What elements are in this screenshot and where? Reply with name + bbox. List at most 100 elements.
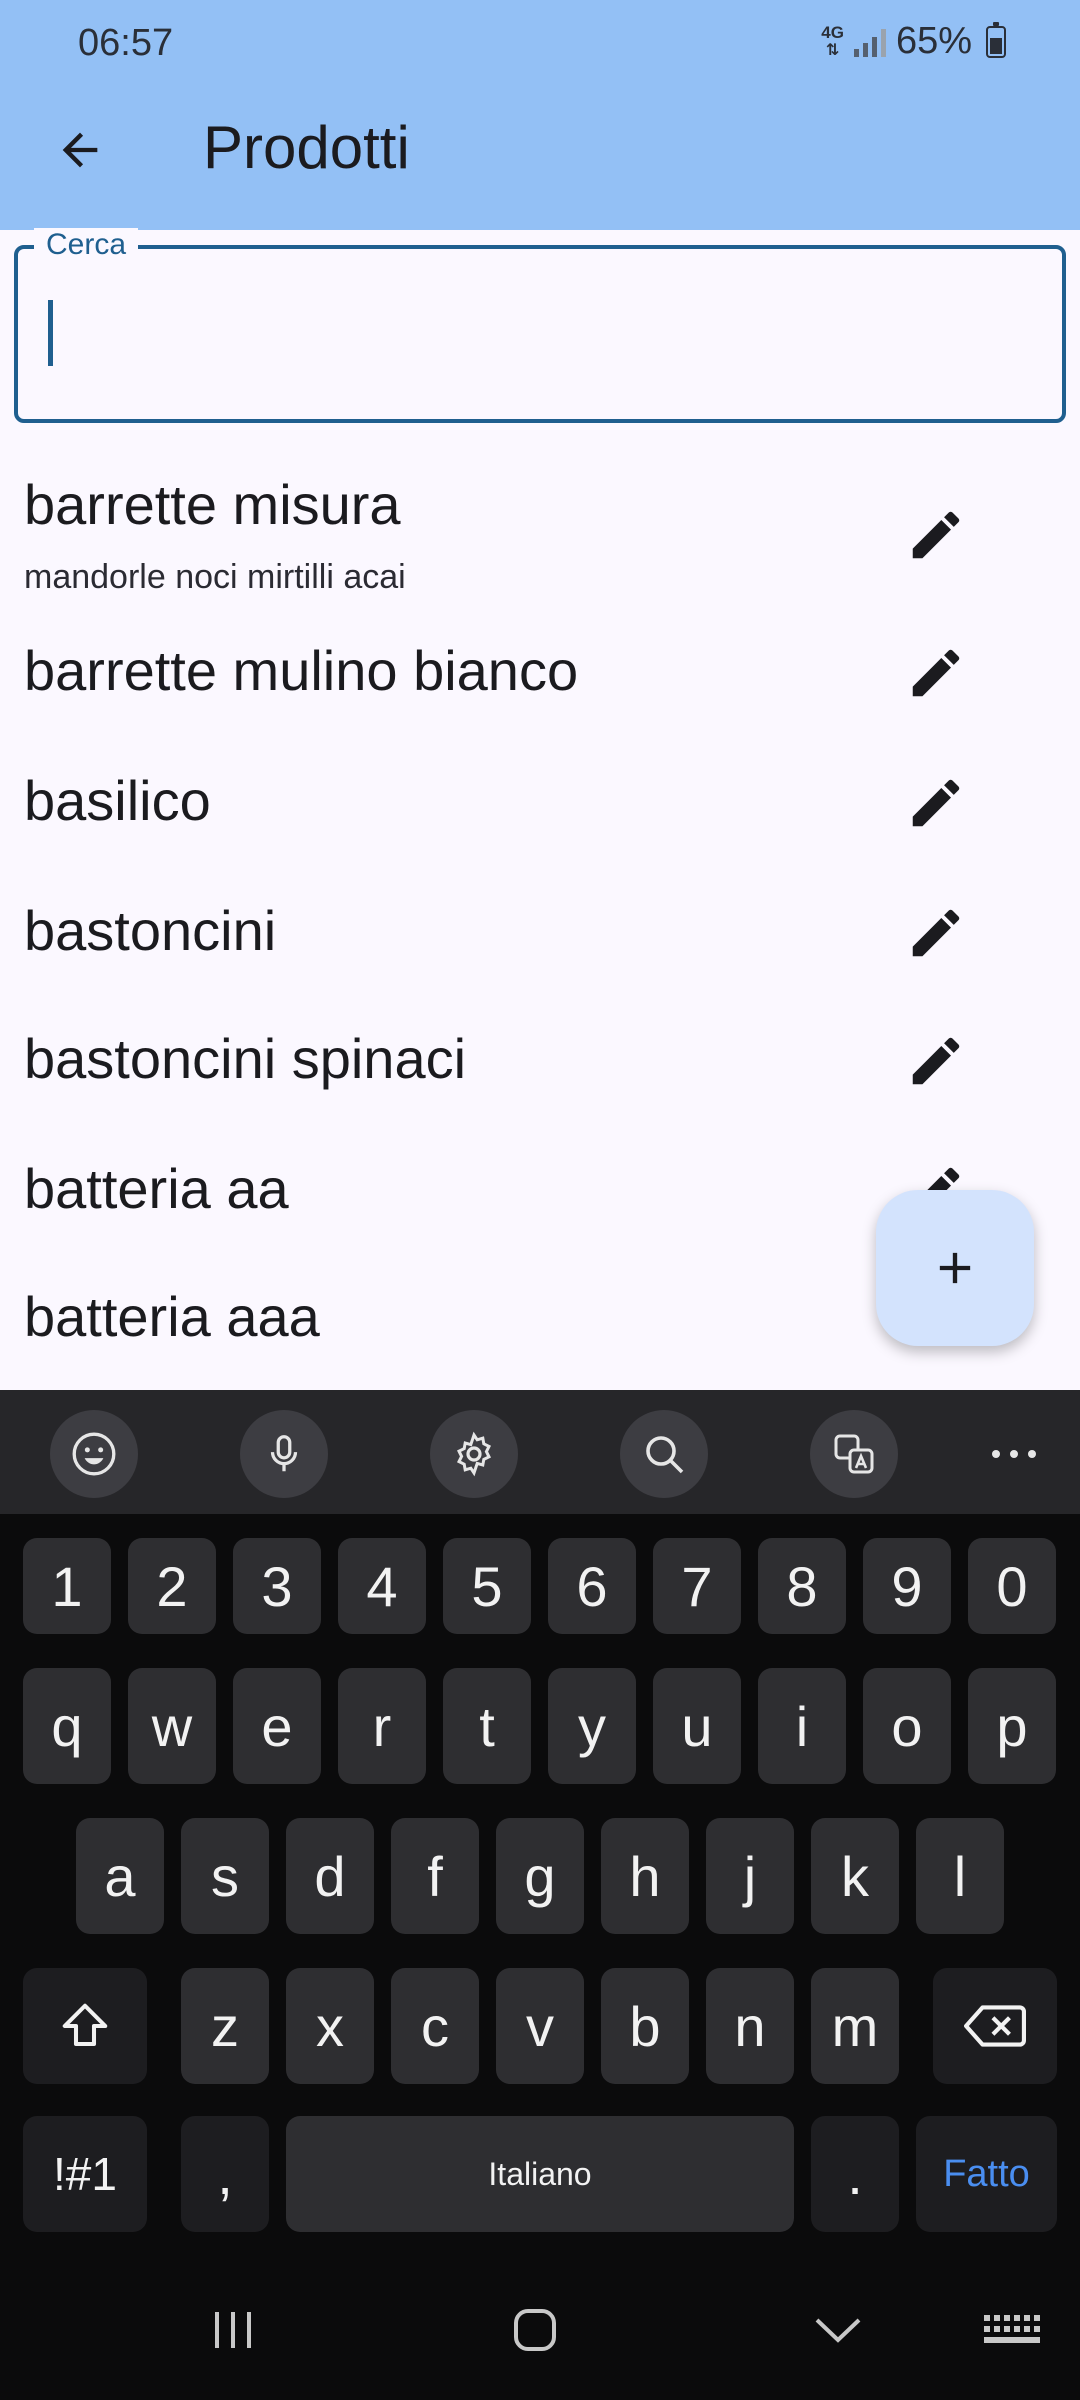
status-icons: 4G ⇅ 65% <box>821 20 1006 63</box>
search-icon <box>646 1436 684 1474</box>
pencil-icon <box>912 511 960 559</box>
key-5[interactable]: 5 <box>443 1538 531 1634</box>
key-9[interactable]: 9 <box>863 1538 951 1634</box>
key-z[interactable]: z <box>181 1968 269 2084</box>
key-j[interactable]: j <box>706 1818 794 1934</box>
key-o[interactable]: o <box>863 1668 951 1784</box>
keyboard-switch-button[interactable] <box>966 2290 1056 2370</box>
pencil-icon <box>912 909 960 957</box>
comma-key[interactable]: , <box>181 2116 269 2232</box>
edit-button[interactable] <box>896 495 976 575</box>
key-6[interactable]: 6 <box>548 1538 636 1634</box>
period-key[interactable]: . <box>811 2116 899 2232</box>
key-x[interactable]: x <box>286 1968 374 2084</box>
list-item[interactable]: basilico <box>0 750 1080 860</box>
plus-icon <box>939 1252 971 1284</box>
key-m[interactable]: m <box>811 1968 899 2084</box>
product-name: batteria aa <box>24 1157 289 1220</box>
space-key[interactable]: Italiano <box>286 2116 794 2232</box>
shift-key[interactable] <box>23 1968 147 2084</box>
product-name: basilico <box>24 769 211 832</box>
battery-icon <box>986 21 1006 58</box>
list-item[interactable]: barrette misura mandorle noci mirtilli a… <box>0 440 1080 596</box>
status-time: 06:57 <box>78 22 174 64</box>
key-3[interactable]: 3 <box>233 1538 321 1634</box>
key-u[interactable]: u <box>653 1668 741 1784</box>
product-name: barrette mulino bianco <box>24 639 579 702</box>
key-i[interactable]: i <box>758 1668 846 1784</box>
translate-button[interactable] <box>810 1410 898 1498</box>
key-v[interactable]: v <box>496 1968 584 2084</box>
list-item[interactable]: bastoncini <box>0 880 1080 990</box>
soft-keyboard: 1 2 3 4 5 6 7 8 9 0 q w e r t y u i o p … <box>0 1390 1080 2400</box>
key-l[interactable]: l <box>916 1818 1004 1934</box>
key-d[interactable]: d <box>286 1818 374 1934</box>
pencil-icon <box>912 649 960 697</box>
key-2[interactable]: 2 <box>128 1538 216 1634</box>
microphone-icon <box>270 1435 298 1472</box>
key-f[interactable]: f <box>391 1818 479 1934</box>
key-q[interactable]: q <box>23 1668 111 1784</box>
more-horizontal-icon <box>992 1450 1036 1458</box>
key-7[interactable]: 7 <box>653 1538 741 1634</box>
signal-icon <box>853 27 886 57</box>
list-item[interactable]: barrette mulino bianco <box>0 620 1080 730</box>
search-label: Cerca <box>34 228 139 262</box>
product-description: mandorle noci mirtilli acai <box>24 558 406 596</box>
translate-icon <box>834 1434 874 1474</box>
edit-button[interactable] <box>896 893 976 973</box>
symbols-key[interactable]: !#1 <box>23 2116 147 2232</box>
list-item[interactable]: bastoncini spinaci <box>0 1008 1080 1118</box>
key-1[interactable]: 1 <box>23 1538 111 1634</box>
hide-keyboard-button[interactable] <box>793 2290 883 2370</box>
key-k[interactable]: k <box>811 1818 899 1934</box>
search-input[interactable] <box>50 297 1030 369</box>
backspace-key[interactable] <box>933 1968 1057 2084</box>
product-name: batteria aaa <box>24 1285 320 1348</box>
key-s[interactable]: s <box>181 1818 269 1934</box>
key-p[interactable]: p <box>968 1668 1056 1784</box>
keyboard-toolbar <box>0 1390 1080 1514</box>
key-t[interactable]: t <box>443 1668 531 1784</box>
product-name: barrette misura <box>24 473 401 536</box>
home-button[interactable] <box>490 2290 580 2370</box>
emoji-button[interactable] <box>50 1410 138 1498</box>
recent-apps-icon <box>215 2312 251 2348</box>
key-b[interactable]: b <box>601 1968 689 2084</box>
key-4[interactable]: 4 <box>338 1538 426 1634</box>
voice-input-button[interactable] <box>240 1410 328 1498</box>
key-c[interactable]: c <box>391 1968 479 2084</box>
back-button[interactable] <box>40 110 120 190</box>
key-g[interactable]: g <box>496 1818 584 1934</box>
app-bar: 06:57 4G ⇅ 65% Prodotti <box>0 0 1080 230</box>
gear-icon <box>456 1431 492 1477</box>
text-cursor <box>48 300 53 366</box>
edit-button[interactable] <box>896 1021 976 1101</box>
done-key[interactable]: Fatto <box>916 2116 1057 2232</box>
edit-button[interactable] <box>896 633 976 713</box>
keyboard-icon <box>984 2315 1040 2343</box>
system-navigation-bar <box>0 2260 1080 2400</box>
edit-button[interactable] <box>896 763 976 843</box>
key-w[interactable]: w <box>128 1668 216 1784</box>
more-options-button[interactable] <box>974 1410 1054 1498</box>
recent-apps-button[interactable] <box>188 2290 278 2370</box>
add-product-button[interactable] <box>876 1190 1034 1346</box>
shift-icon <box>62 2003 108 2047</box>
key-n[interactable]: n <box>706 1968 794 2084</box>
backspace-icon <box>964 2005 1026 2047</box>
keyboard-search-button[interactable] <box>620 1410 708 1498</box>
chevron-down-icon <box>815 2318 861 2343</box>
key-0[interactable]: 0 <box>968 1538 1056 1634</box>
key-a[interactable]: a <box>76 1818 164 1934</box>
key-h[interactable]: h <box>601 1818 689 1934</box>
key-r[interactable]: r <box>338 1668 426 1784</box>
key-8[interactable]: 8 <box>758 1538 846 1634</box>
key-y[interactable]: y <box>548 1668 636 1784</box>
pencil-icon <box>912 1037 960 1085</box>
key-e[interactable]: e <box>233 1668 321 1784</box>
keyboard-settings-button[interactable] <box>430 1410 518 1498</box>
page-title: Prodotti <box>203 114 410 181</box>
emoji-icon <box>72 1432 116 1476</box>
pencil-icon <box>912 779 960 827</box>
